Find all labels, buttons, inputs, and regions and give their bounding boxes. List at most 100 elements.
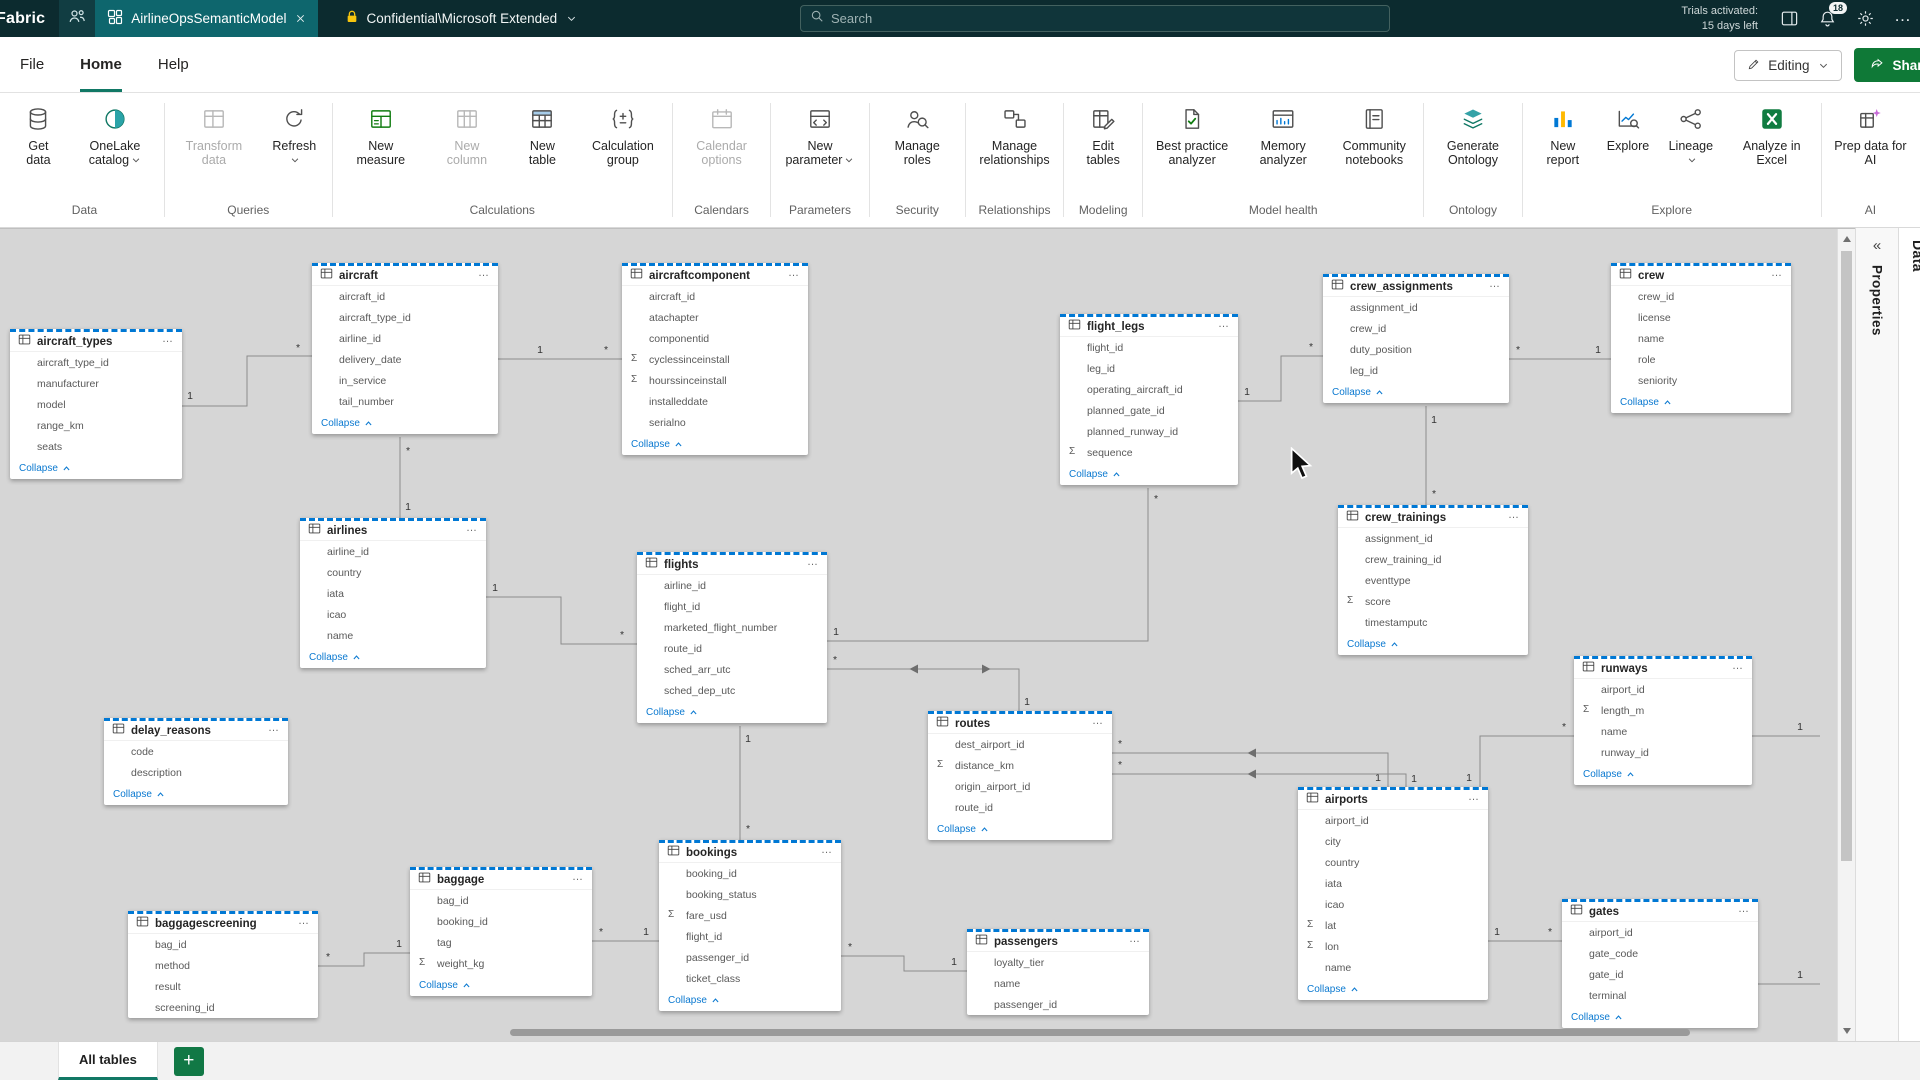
table-more-options-icon[interactable]: … bbox=[298, 921, 310, 926]
generate-ontology-button[interactable]: Generate Ontology bbox=[1427, 97, 1518, 172]
field-crew-id[interactable]: crew_id bbox=[1323, 318, 1509, 339]
field-score[interactable]: Σscore bbox=[1338, 591, 1528, 612]
field-manufacturer[interactable]: manufacturer bbox=[10, 373, 182, 394]
field-fare-usd[interactable]: Σfare_usd bbox=[659, 905, 841, 926]
table-header[interactable]: flights… bbox=[637, 552, 827, 575]
table-header[interactable]: aircraft… bbox=[312, 263, 498, 286]
table-card-delay-reasons[interactable]: delay_reasons…codedescriptionCollapse bbox=[104, 718, 288, 805]
table-card-passengers[interactable]: passengers…loyalty_tiernamepassenger_id bbox=[967, 929, 1149, 1015]
collapse-table-link[interactable]: Collapse bbox=[10, 457, 182, 479]
field-airport-id[interactable]: airport_id bbox=[1574, 679, 1752, 700]
field-country[interactable]: country bbox=[1298, 852, 1488, 873]
fabric-logo[interactable]: Fabric bbox=[0, 10, 59, 28]
table-more-options-icon[interactable]: … bbox=[1508, 515, 1520, 520]
field-flight-id[interactable]: flight_id bbox=[659, 926, 841, 947]
collapse-table-link[interactable]: Collapse bbox=[622, 433, 808, 455]
table-card-routes[interactable]: routes…dest_airport_idΣdistance_kmorigin… bbox=[928, 711, 1112, 840]
field-operating-aircraft-id[interactable]: operating_aircraft_id bbox=[1060, 379, 1238, 400]
table-header[interactable]: baggagescreening… bbox=[128, 911, 318, 934]
table-header[interactable]: crew_trainings… bbox=[1338, 505, 1528, 528]
new-measure-button[interactable]: New measure bbox=[336, 97, 426, 172]
table-header[interactable]: passengers… bbox=[967, 929, 1149, 952]
field-delivery-date[interactable]: delivery_date bbox=[312, 349, 498, 370]
community-notebooks-button[interactable]: Community notebooks bbox=[1328, 97, 1420, 172]
field-bag-id[interactable]: bag_id bbox=[410, 890, 592, 911]
notifications-icon[interactable]: 18 bbox=[1816, 8, 1838, 30]
onelake-catalog-button[interactable]: OneLake catalog bbox=[69, 97, 161, 172]
field-passenger-id[interactable]: passenger_id bbox=[967, 994, 1149, 1015]
table-more-options-icon[interactable]: … bbox=[1129, 939, 1141, 944]
collapse-table-link[interactable]: Collapse bbox=[637, 701, 827, 723]
table-card-runways[interactable]: runways…airport_idΣlength_mnamerunway_id… bbox=[1574, 656, 1752, 785]
field-icao[interactable]: icao bbox=[300, 604, 486, 625]
collapse-table-link[interactable]: Collapse bbox=[928, 818, 1112, 840]
field-planned-runway-id[interactable]: planned_runway_id bbox=[1060, 421, 1238, 442]
field-name[interactable]: name bbox=[300, 625, 486, 646]
table-card-baggagescreening[interactable]: baggagescreening…bag_idmethodresultscree… bbox=[128, 911, 318, 1018]
field-description[interactable]: description bbox=[104, 762, 288, 783]
table-header[interactable]: routes… bbox=[928, 711, 1112, 734]
table-card-gates[interactable]: gates…airport_idgate_codegate_idterminal… bbox=[1562, 899, 1758, 1028]
vertical-scroll-thumb[interactable] bbox=[1841, 251, 1852, 861]
table-card-flight-legs[interactable]: flight_legs…flight_idleg_idoperating_air… bbox=[1060, 314, 1238, 485]
relationship-line[interactable] bbox=[182, 356, 312, 406]
field-city[interactable]: city bbox=[1298, 831, 1488, 852]
field-iata[interactable]: iata bbox=[1298, 873, 1488, 894]
field-flight-id[interactable]: flight_id bbox=[1060, 337, 1238, 358]
relationship-line[interactable] bbox=[1112, 774, 1406, 787]
add-layout-button[interactable]: + bbox=[174, 1047, 204, 1076]
collapse-table-link[interactable]: Collapse bbox=[312, 412, 498, 434]
field-lat[interactable]: Σlat bbox=[1298, 915, 1488, 936]
field-license[interactable]: license bbox=[1611, 307, 1791, 328]
field-airline-id[interactable]: airline_id bbox=[312, 328, 498, 349]
more-options-icon[interactable]: … bbox=[1892, 8, 1914, 30]
table-more-options-icon[interactable]: … bbox=[788, 273, 800, 278]
collapse-table-link[interactable]: Collapse bbox=[104, 783, 288, 805]
vertical-scrollbar[interactable] bbox=[1837, 229, 1855, 1041]
scroll-up-arrow[interactable] bbox=[1843, 236, 1851, 242]
table-header[interactable]: aircraft_types… bbox=[10, 329, 182, 352]
field-route-id[interactable]: route_id bbox=[928, 797, 1112, 818]
field-length-m[interactable]: Σlength_m bbox=[1574, 700, 1752, 721]
prep-data-for-ai-button[interactable]: Prep data for AI bbox=[1825, 97, 1916, 172]
all-tables-tab[interactable]: All tables bbox=[58, 1042, 158, 1080]
field-duty-position[interactable]: duty_position bbox=[1323, 339, 1509, 360]
table-header[interactable]: airports… bbox=[1298, 787, 1488, 810]
table-more-options-icon[interactable]: … bbox=[162, 339, 174, 344]
field-route-id[interactable]: route_id bbox=[637, 638, 827, 659]
table-header[interactable]: crew… bbox=[1611, 263, 1791, 286]
field-cyclessinceinstall[interactable]: Σcyclessinceinstall bbox=[622, 349, 808, 370]
field-name[interactable]: name bbox=[1611, 328, 1791, 349]
table-card-aircraftcomponent[interactable]: aircraftcomponent…aircraft_idatachapterc… bbox=[622, 263, 808, 455]
field-airline-id[interactable]: airline_id bbox=[300, 541, 486, 562]
field-name[interactable]: name bbox=[967, 973, 1149, 994]
field-screening-id[interactable]: screening_id bbox=[128, 997, 318, 1018]
table-more-options-icon[interactable]: … bbox=[1489, 284, 1501, 289]
table-header[interactable]: baggage… bbox=[410, 867, 592, 890]
collapse-table-link[interactable]: Collapse bbox=[300, 646, 486, 668]
refresh-button[interactable]: Refresh bbox=[260, 97, 329, 172]
close-tab-icon[interactable] bbox=[295, 13, 306, 24]
new-table-button[interactable]: New table bbox=[508, 97, 577, 172]
field-tag[interactable]: tag bbox=[410, 932, 592, 953]
menu-item-help[interactable]: Help bbox=[158, 37, 189, 92]
field-country[interactable]: country bbox=[300, 562, 486, 583]
field-weight-kg[interactable]: Σweight_kg bbox=[410, 953, 592, 974]
relationship-line[interactable] bbox=[827, 488, 1148, 641]
table-header[interactable]: delay_reasons… bbox=[104, 718, 288, 741]
field-icao[interactable]: icao bbox=[1298, 894, 1488, 915]
table-more-options-icon[interactable]: … bbox=[1738, 909, 1750, 914]
manage-relationships-button[interactable]: Manage relationships bbox=[969, 97, 1060, 172]
field-role[interactable]: role bbox=[1611, 349, 1791, 370]
field-installeddate[interactable]: installeddate bbox=[622, 391, 808, 412]
field-crew-training-id[interactable]: crew_training_id bbox=[1338, 549, 1528, 570]
field-gate-id[interactable]: gate_id bbox=[1562, 964, 1758, 985]
field-airport-id[interactable]: airport_id bbox=[1298, 810, 1488, 831]
horizontal-scrollbar[interactable] bbox=[510, 1029, 1690, 1036]
table-more-options-icon[interactable]: … bbox=[821, 850, 833, 855]
field-assignment-id[interactable]: assignment_id bbox=[1323, 297, 1509, 318]
field-crew-id[interactable]: crew_id bbox=[1611, 286, 1791, 307]
edit-tables-button[interactable]: Edit tables bbox=[1067, 97, 1139, 172]
field-result[interactable]: result bbox=[128, 976, 318, 997]
table-header[interactable]: bookings… bbox=[659, 840, 841, 863]
